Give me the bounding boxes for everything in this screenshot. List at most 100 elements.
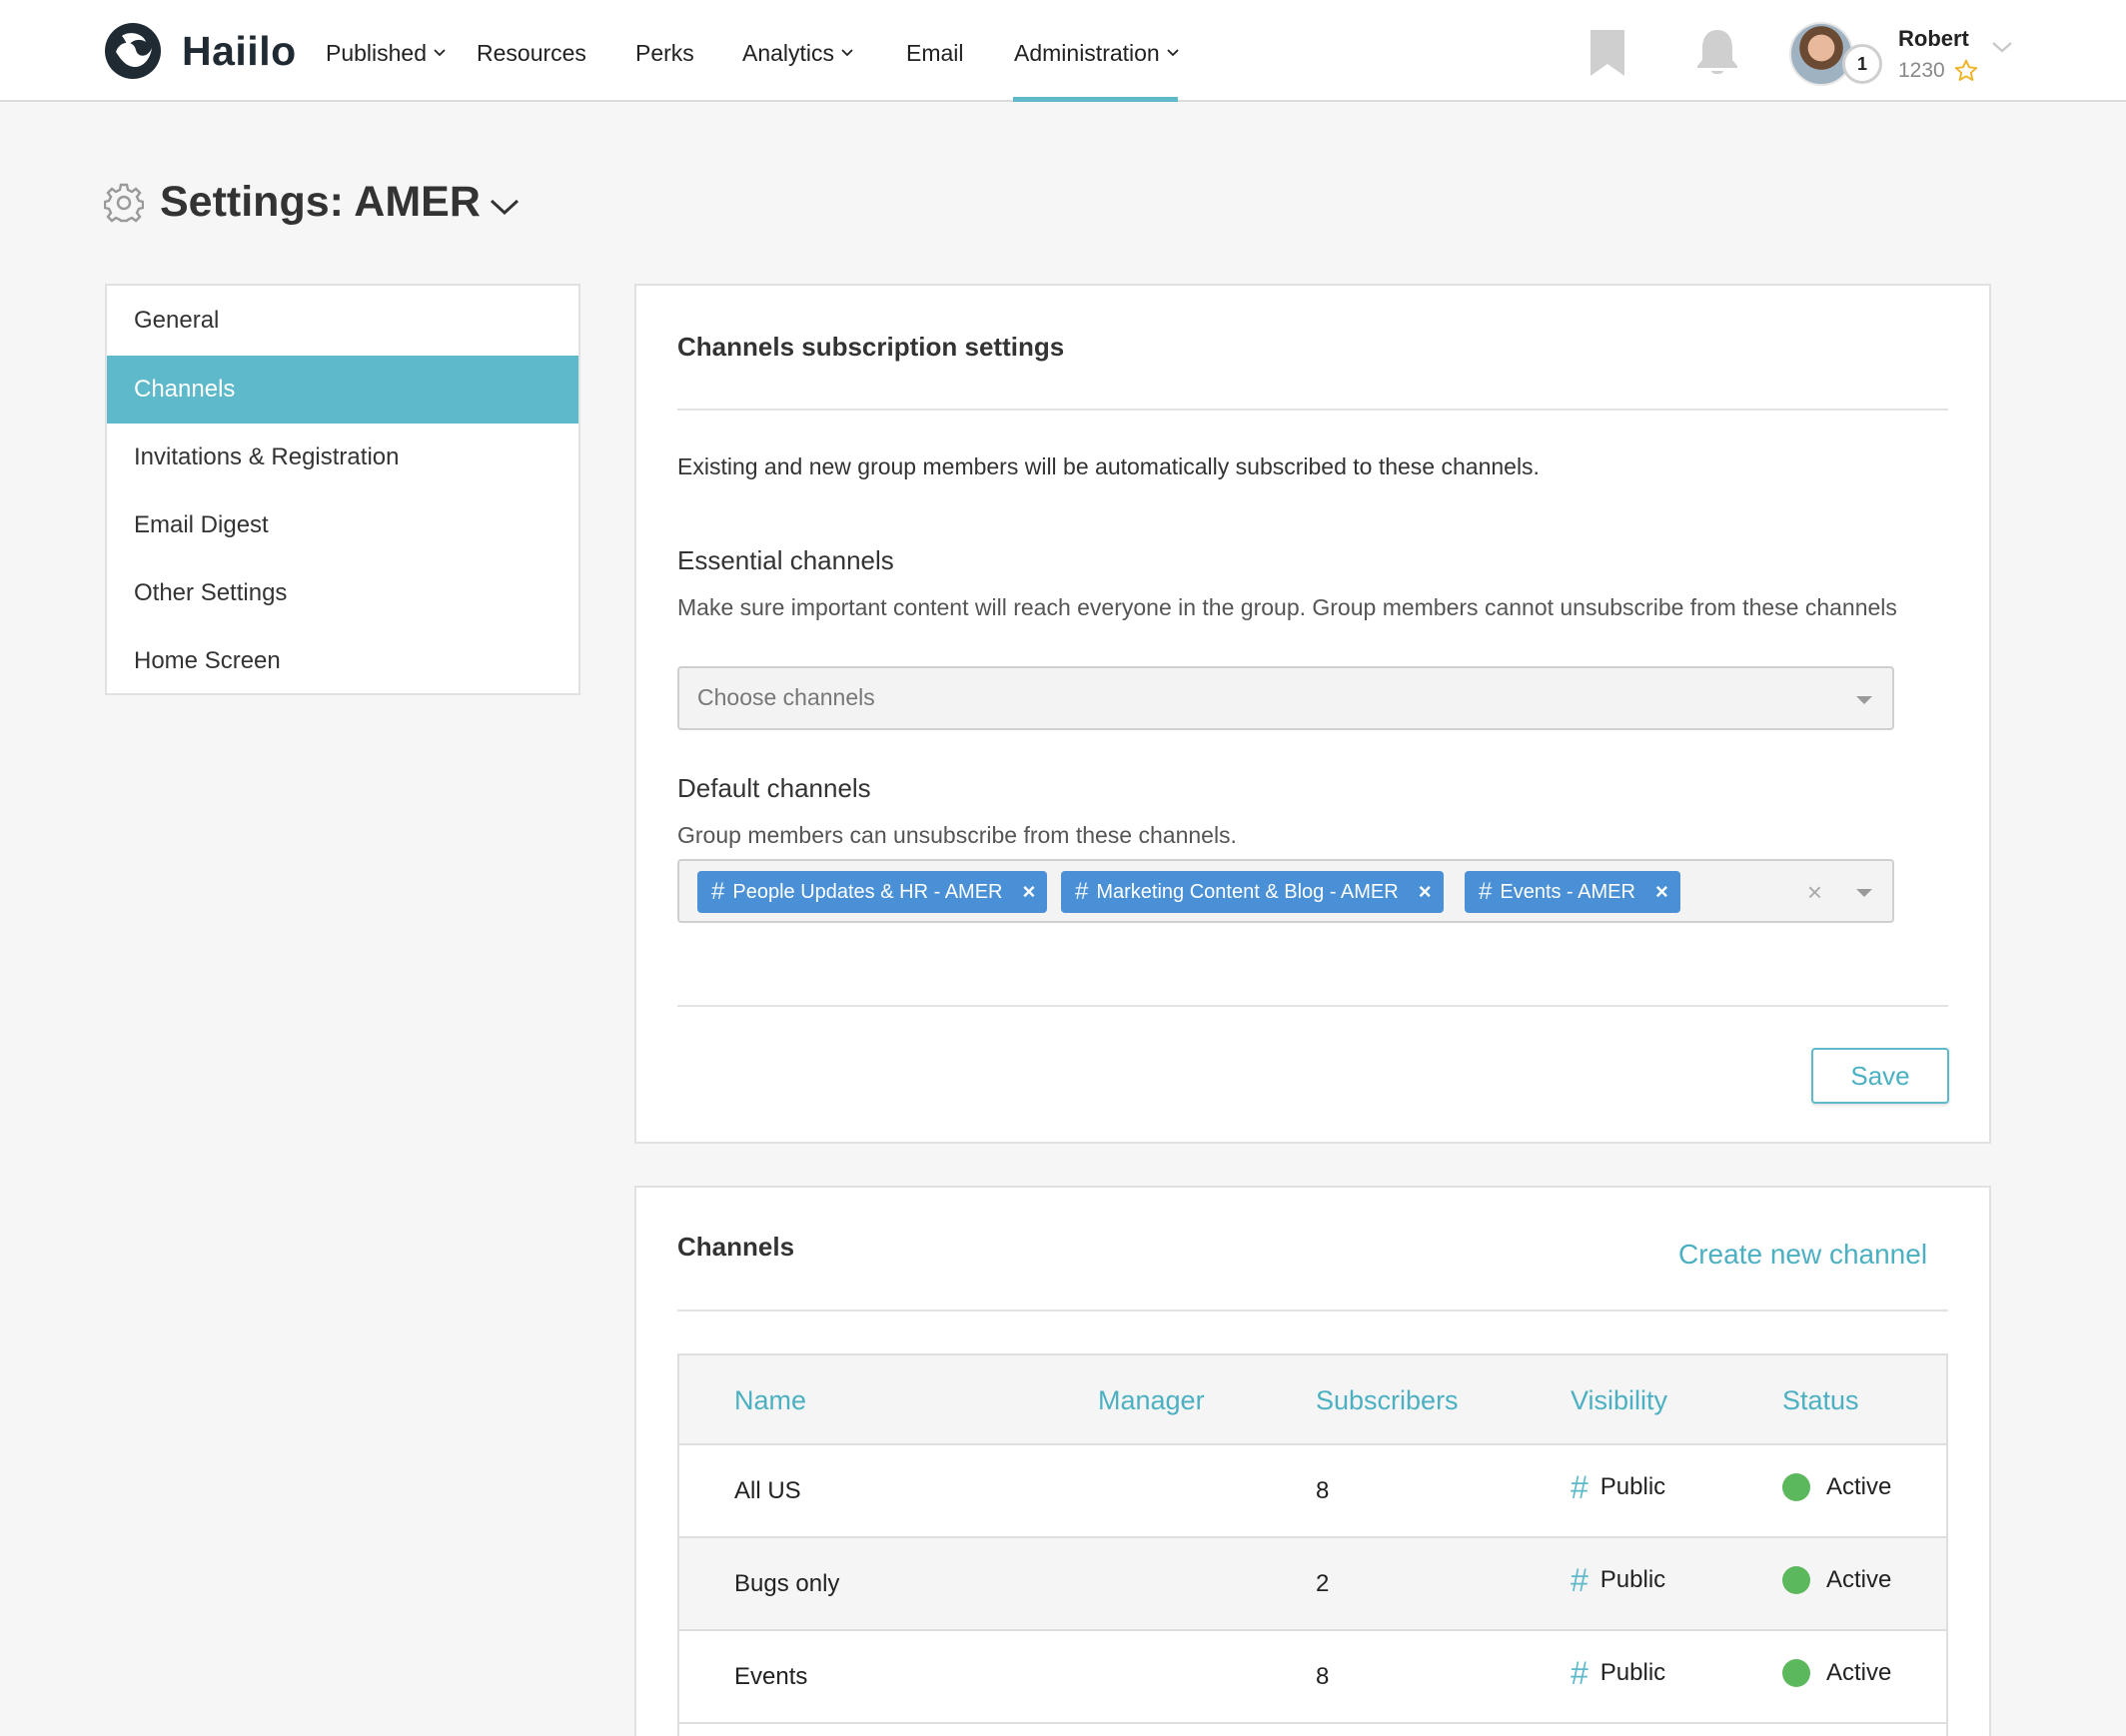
channel-status: Active	[1782, 1473, 1891, 1501]
column-header-manager[interactable]: Manager	[1098, 1385, 1205, 1416]
create-new-channel-link[interactable]: Create new channel	[1678, 1239, 1927, 1271]
page-title[interactable]: Settings: AMER	[104, 178, 521, 227]
table-header: Name Manager Subscribers Visibility Stat…	[679, 1355, 1946, 1445]
channel-tag-label: Events - AMER	[1500, 880, 1635, 903]
sidebar-item-label: General	[134, 307, 220, 334]
nav-perks[interactable]: Perks	[635, 38, 694, 68]
channel-visibility: # Public	[1571, 1657, 1666, 1689]
sidebar-item-label: Invitations & Registration	[134, 443, 400, 470]
select-placeholder: Choose channels	[697, 684, 875, 710]
page-title-text: Settings: AMER	[160, 178, 481, 226]
hash-icon: #	[1571, 1469, 1589, 1505]
intro-text: Existing and new group members will be a…	[677, 453, 1540, 479]
remove-tag-icon[interactable]: ×	[1022, 879, 1035, 905]
nav-label: Perks	[635, 39, 694, 66]
sidebar-item-label: Email Digest	[134, 511, 269, 538]
sidebar-item-label: Channels	[134, 376, 236, 403]
user-points-value: 1230	[1898, 59, 1945, 82]
column-header-name[interactable]: Name	[734, 1385, 806, 1416]
settings-sidebar: General Channels Invitations & Registrat…	[105, 284, 580, 695]
essential-channels-help: Make sure important content will reach e…	[677, 594, 1897, 620]
sidebar-item-channels[interactable]: Channels	[107, 356, 578, 424]
save-button[interactable]: Save	[1811, 1048, 1949, 1104]
nav-label: Email	[906, 39, 964, 66]
sidebar-item-general[interactable]: General	[107, 286, 578, 356]
channel-tag: # People Updates & HR - AMER ×	[697, 871, 1048, 913]
bell-icon[interactable]	[1693, 26, 1741, 78]
sidebar-item-label: Other Settings	[134, 579, 288, 606]
gear-icon	[104, 183, 144, 223]
status-dot-icon	[1782, 1659, 1810, 1687]
channel-subscribers: 8	[1316, 1663, 1330, 1690]
active-nav-indicator	[1013, 97, 1178, 102]
channel-name[interactable]: Events	[734, 1663, 807, 1691]
user-points: 1230	[1898, 58, 1979, 84]
essential-channels-label: Essential channels	[677, 545, 894, 575]
brand-logo[interactable]: Haiilo	[104, 22, 297, 80]
sidebar-item-home-screen[interactable]: Home Screen	[107, 627, 578, 695]
default-channels-select[interactable]: # People Updates & HR - AMER × # Marketi…	[677, 859, 1894, 923]
user-name[interactable]: Robert	[1898, 26, 1969, 52]
sidebar-item-invitations[interactable]: Invitations & Registration	[107, 424, 578, 491]
chevron-down-icon	[434, 49, 446, 57]
table-row[interactable]: Bugs only 2 # Public Active	[679, 1538, 1946, 1631]
divider	[677, 409, 1948, 411]
channel-tag: # Events - AMER ×	[1465, 871, 1680, 913]
table-row[interactable]: Events 8 # Public Active	[679, 1631, 1946, 1724]
nav-analytics[interactable]: Analytics	[742, 38, 854, 68]
channel-name[interactable]: All US	[734, 1477, 801, 1505]
star-icon	[1954, 59, 1977, 81]
column-header-status[interactable]: Status	[1782, 1385, 1859, 1416]
channel-status: Active	[1782, 1566, 1891, 1594]
nav-label: Published	[326, 39, 428, 66]
clear-all-icon[interactable]: ×	[1807, 879, 1822, 905]
user-level-badge: 1	[1842, 44, 1882, 84]
user-menu-chevron-icon[interactable]	[1990, 38, 2014, 56]
chevron-down-icon	[1167, 49, 1179, 57]
channels-card: Channels Create new channel Name Manager…	[634, 1186, 1991, 1736]
sidebar-item-other-settings[interactable]: Other Settings	[107, 559, 578, 627]
status-dot-icon	[1782, 1566, 1810, 1594]
nav-resources[interactable]: Resources	[477, 38, 586, 68]
channel-status: Active	[1782, 1659, 1891, 1687]
channel-subscribers: 2	[1316, 1570, 1330, 1597]
channel-subscribers: 8	[1316, 1477, 1330, 1504]
hash-icon: #	[1075, 878, 1089, 905]
column-header-subscribers[interactable]: Subscribers	[1316, 1385, 1459, 1416]
column-header-visibility[interactable]: Visibility	[1571, 1385, 1667, 1416]
sidebar-item-label: Home Screen	[134, 647, 281, 674]
top-navigation-bar: Haiilo Published Resources Perks Analyti…	[0, 0, 2126, 102]
bookmark-icon[interactable]	[1589, 28, 1626, 78]
hash-icon: #	[1479, 878, 1493, 905]
nav-email[interactable]: Email	[906, 38, 964, 68]
channel-name[interactable]: Bugs only	[734, 1570, 839, 1598]
divider	[677, 1309, 1948, 1311]
nav-label: Analytics	[742, 39, 835, 66]
nav-published[interactable]: Published	[326, 38, 447, 68]
card-title: Channels subscription settings	[677, 332, 1065, 362]
nav-administration[interactable]: Administration	[1014, 38, 1180, 68]
nav-label: Resources	[477, 39, 586, 66]
sidebar-item-email-digest[interactable]: Email Digest	[107, 491, 578, 559]
default-channels-label: Default channels	[677, 773, 871, 803]
hash-icon: #	[1571, 1562, 1589, 1598]
divider	[677, 1005, 1948, 1007]
caret-down-icon[interactable]	[1856, 889, 1872, 897]
hash-icon: #	[711, 878, 725, 905]
brand-name: Haiilo	[182, 27, 297, 74]
visibility-label: Public	[1599, 1659, 1666, 1686]
visibility-label: Public	[1599, 1566, 1666, 1593]
card-title: Channels	[677, 1232, 795, 1262]
channel-visibility: # Public	[1571, 1562, 1666, 1598]
caret-down-icon[interactable]	[1856, 696, 1872, 704]
default-channels-help: Group members can unsubscribe from these…	[677, 822, 1237, 848]
channel-visibility: # Public	[1571, 1469, 1665, 1505]
channels-table: Name Manager Subscribers Visibility Stat…	[677, 1353, 1948, 1736]
status-dot-icon	[1782, 1473, 1810, 1501]
essential-channels-select[interactable]: Choose channels	[677, 666, 1894, 730]
haiilo-logo-icon	[105, 23, 161, 79]
remove-tag-icon[interactable]: ×	[1655, 879, 1668, 905]
remove-tag-icon[interactable]: ×	[1419, 879, 1432, 905]
chevron-down-icon[interactable]	[489, 196, 521, 218]
table-row[interactable]: All US 8 # Public Active	[679, 1445, 1946, 1538]
